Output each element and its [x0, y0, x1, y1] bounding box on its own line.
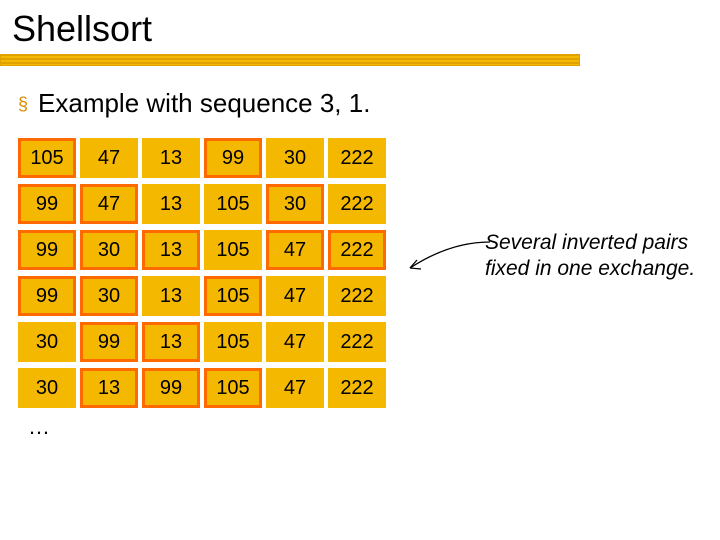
sequence-cell: 99 — [18, 276, 76, 316]
sequence-cell: 30 — [266, 138, 324, 178]
sequence-cell: 30 — [266, 184, 324, 224]
annotation-arrow — [395, 240, 495, 290]
underline-bar — [0, 54, 580, 66]
sequence-cell: 105 — [204, 230, 262, 270]
sequence-row: 30139910547222 — [18, 368, 720, 408]
sequence-cell: 105 — [204, 322, 262, 362]
sequence-row: 10547139930222 — [18, 138, 720, 178]
sequence-cell: 47 — [266, 276, 324, 316]
sequence-cell: 13 — [142, 184, 200, 224]
sequence-cell: 13 — [80, 368, 138, 408]
slide-title: Shellsort — [0, 0, 720, 52]
sequence-cell: 99 — [204, 138, 262, 178]
sequence-cell: 222 — [328, 184, 386, 224]
sequence-cell: 105 — [204, 276, 262, 316]
title-underline — [0, 52, 720, 72]
sequence-cell: 13 — [142, 138, 200, 178]
sequence-cell: 222 — [328, 368, 386, 408]
bullet-icon: § — [18, 88, 28, 120]
sequence-cell: 47 — [266, 230, 324, 270]
sequence-row: 30991310547222 — [18, 322, 720, 362]
sequence-row: 99471310530222 — [18, 184, 720, 224]
sequence-cell: 99 — [142, 368, 200, 408]
sequence-cell: 105 — [18, 138, 76, 178]
sequence-cell: 222 — [328, 138, 386, 178]
ellipsis: … — [18, 414, 720, 440]
sequence-cell: 30 — [18, 368, 76, 408]
sequence-cell: 13 — [142, 276, 200, 316]
sequence-cell: 99 — [18, 184, 76, 224]
sequence-cell: 13 — [142, 322, 200, 362]
sequence-cell: 30 — [18, 322, 76, 362]
sequence-cell: 47 — [266, 368, 324, 408]
sequence-cell: 47 — [80, 138, 138, 178]
sequence-cell: 105 — [204, 184, 262, 224]
sequence-cell: 222 — [328, 322, 386, 362]
sequence-cell: 99 — [80, 322, 138, 362]
subtitle-row: § Example with sequence 3, 1. — [0, 80, 720, 120]
sequence-cell: 222 — [328, 230, 386, 270]
sequence-cell: 47 — [80, 184, 138, 224]
annotation-text: Several inverted pairs fixed in one exch… — [485, 230, 700, 283]
sequence-cell: 105 — [204, 368, 262, 408]
sequence-cell: 30 — [80, 230, 138, 270]
sequence-cell: 99 — [18, 230, 76, 270]
subtitle-text: Example with sequence 3, 1. — [38, 88, 370, 119]
sequence-cell: 13 — [142, 230, 200, 270]
sequence-cell: 30 — [80, 276, 138, 316]
sequence-cell: 222 — [328, 276, 386, 316]
sequence-cell: 47 — [266, 322, 324, 362]
